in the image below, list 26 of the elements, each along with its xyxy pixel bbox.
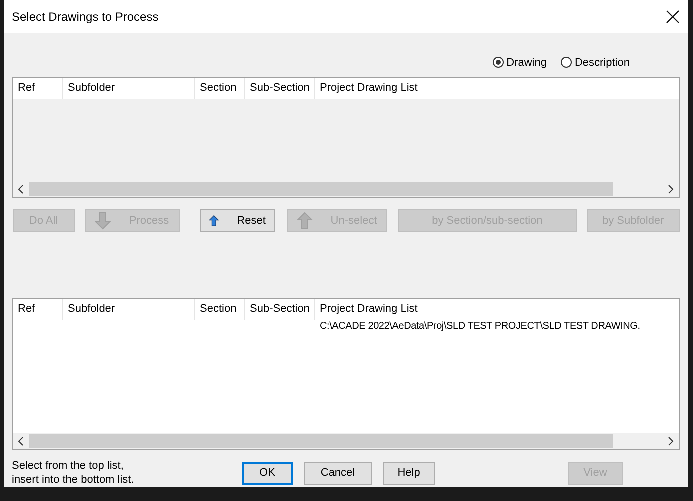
scrollbar-thumb[interactable]: [29, 182, 613, 196]
close-icon[interactable]: [666, 10, 680, 24]
column-header[interactable]: Project Drawing List: [315, 299, 679, 320]
column-header[interactable]: Project Drawing List: [315, 78, 679, 99]
dialog-button[interactable]: OK: [242, 462, 293, 484]
dialog-button[interactable]: Cancel: [304, 462, 372, 484]
scroll-left-icon[interactable]: [18, 436, 24, 446]
drawing-list[interactable]: Ref Subfolder Section Sub-Section Project Drawing List C:\ACADE 2022\AeData\Proj\SLD TEST PROJECT\SLD TEST DRAWING.: [12, 298, 680, 450]
down-arrow-icon: [95, 212, 112, 230]
drawing-list[interactable]: Ref Subfolder Section Sub-Section Project Drawing List: [12, 76, 680, 198]
scroll-right-icon[interactable]: [668, 184, 674, 194]
radio-icon[interactable]: [492, 57, 504, 68]
radio-option[interactable]: Description: [560, 55, 630, 71]
window-title: Select Drawings to Process: [12, 10, 159, 24]
hint-text: Select from the top list, insert into the bottom list.: [12, 459, 136, 487]
scroll-right-icon[interactable]: [668, 436, 674, 446]
radio-icon[interactable]: [560, 57, 572, 68]
table-cell-text: C:\ACADE 2022\AeData\Proj\SLD TEST PROJECT\SLD TEST DRAWING.: [319, 320, 640, 334]
scrollbar-thumb[interactable]: [29, 434, 613, 448]
radio-option[interactable]: Drawing: [492, 55, 547, 71]
horizontal-scrollbar[interactable]: [13, 181, 679, 197]
up-arrow-icon: [296, 212, 313, 230]
horizontal-scrollbar[interactable]: [13, 433, 679, 449]
scroll-left-icon[interactable]: [18, 184, 24, 194]
dialog-button[interactable]: Help: [383, 462, 435, 484]
action-button[interactable]: Reset: [200, 209, 275, 232]
